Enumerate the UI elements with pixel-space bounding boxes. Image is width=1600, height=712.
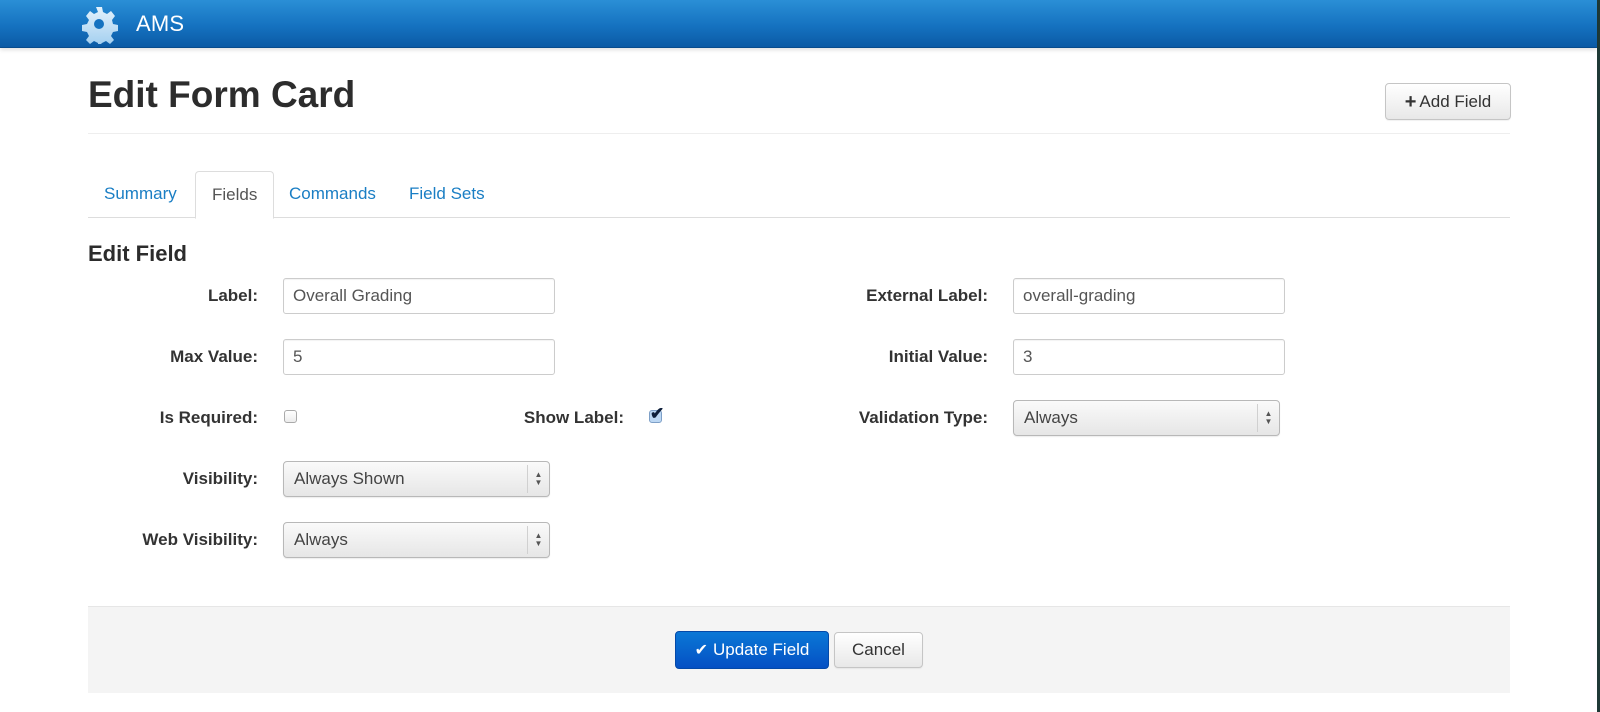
select-arrows-icon: ▲ ▼	[1257, 404, 1279, 432]
show-label-field-label: Show Label:	[523, 408, 624, 427]
validation-type-value: Always	[1024, 408, 1078, 427]
add-field-button[interactable]: + Add Field	[1385, 83, 1511, 120]
validation-type-field-label: Validation Type:	[858, 408, 988, 427]
checkmark-icon: ✔	[650, 404, 665, 423]
web-visibility-value: Always	[294, 530, 348, 549]
show-label-checkbox[interactable]: ✔	[649, 404, 664, 423]
max-value-field-label: Max Value:	[170, 347, 258, 366]
tab-fields[interactable]: Fields	[195, 171, 275, 219]
cancel-button[interactable]: Cancel	[834, 632, 923, 668]
is-required-field-label: Is Required:	[159, 408, 258, 427]
tab-commands[interactable]: Commands	[273, 171, 392, 218]
select-arrows-icon: ▲ ▼	[527, 526, 549, 554]
title-divider	[88, 133, 1510, 134]
visibility-value: Always Shown	[294, 469, 405, 488]
web-visibility-field-label: Web Visibility:	[142, 530, 258, 549]
plus-icon: +	[1404, 90, 1417, 113]
tab-summary[interactable]: Summary	[88, 171, 193, 218]
update-field-label: Update Field	[713, 640, 810, 659]
external-label-field-label: External Label:	[866, 286, 988, 305]
select-arrows-icon: ▲ ▼	[527, 465, 549, 493]
cancel-label: Cancel	[852, 640, 905, 659]
max-value-input[interactable]	[283, 339, 555, 375]
external-label-input[interactable]	[1013, 278, 1285, 314]
label-input[interactable]	[283, 278, 555, 314]
initial-value-input[interactable]	[1013, 339, 1285, 375]
is-required-checkbox[interactable]	[284, 410, 297, 423]
update-field-button[interactable]: ✔ Update Field	[675, 631, 829, 669]
add-field-label: Add Field	[1419, 91, 1492, 111]
section-title: Edit Field	[88, 241, 187, 266]
initial-value-field-label: Initial Value:	[888, 347, 988, 366]
visibility-field-label: Visibility:	[182, 469, 258, 488]
page-title: Edit Form Card	[88, 74, 356, 115]
top-navbar: AMS	[0, 0, 1597, 48]
tab-field-sets[interactable]: Field Sets	[393, 171, 501, 218]
brand-name[interactable]: AMS	[136, 11, 184, 37]
tab-bar: Summary Fields Commands Field Sets	[88, 171, 1510, 219]
validation-type-select[interactable]: Always ▲ ▼	[1013, 400, 1280, 436]
label-field-label: Label:	[207, 286, 258, 305]
web-visibility-select[interactable]: Always ▲ ▼	[283, 522, 550, 558]
check-icon: ✔	[694, 642, 708, 659]
gear-speech-icon[interactable]	[79, 4, 119, 44]
visibility-select[interactable]: Always Shown ▲ ▼	[283, 461, 550, 497]
